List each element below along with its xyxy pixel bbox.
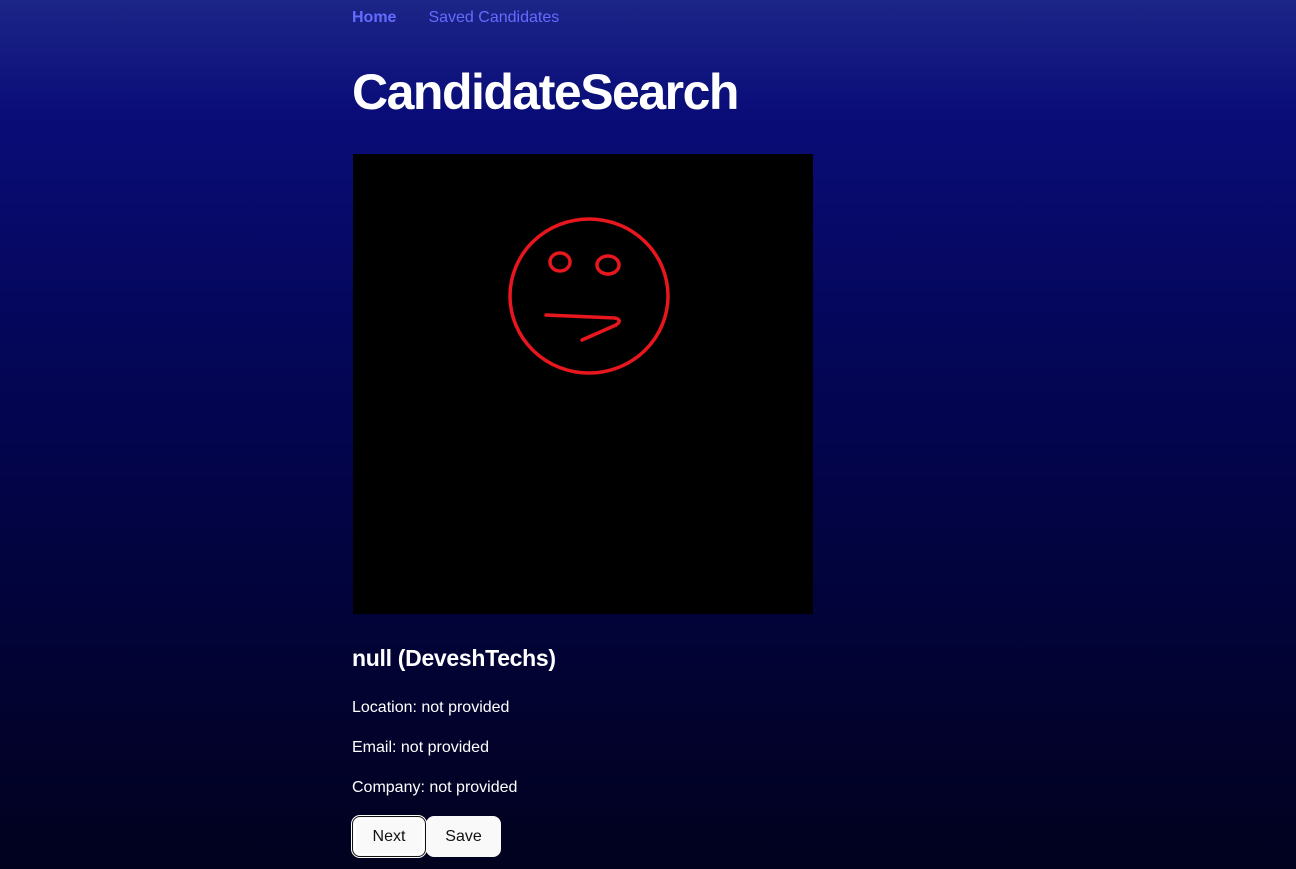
candidate-location: Location: not provided xyxy=(352,699,510,716)
candidate-name: null (DeveshTechs) xyxy=(352,645,556,671)
candidate-company: Company: not provided xyxy=(352,779,518,796)
page-container: Home Saved Candidates CandidateSearch nu… xyxy=(352,0,952,857)
top-nav: Home Saved Candidates xyxy=(352,0,952,36)
candidate-avatar xyxy=(353,154,813,614)
candidate-email: Email: not provided xyxy=(352,739,489,756)
save-button[interactable]: Save xyxy=(426,816,501,857)
action-buttons: Next Save xyxy=(352,816,501,857)
face-drawing-icon xyxy=(508,217,670,375)
nav-saved-candidates-link[interactable]: Saved Candidates xyxy=(428,10,559,26)
page-title: CandidateSearch xyxy=(352,64,739,120)
next-button[interactable]: Next xyxy=(352,816,426,857)
nav-home-link[interactable]: Home xyxy=(352,10,396,26)
